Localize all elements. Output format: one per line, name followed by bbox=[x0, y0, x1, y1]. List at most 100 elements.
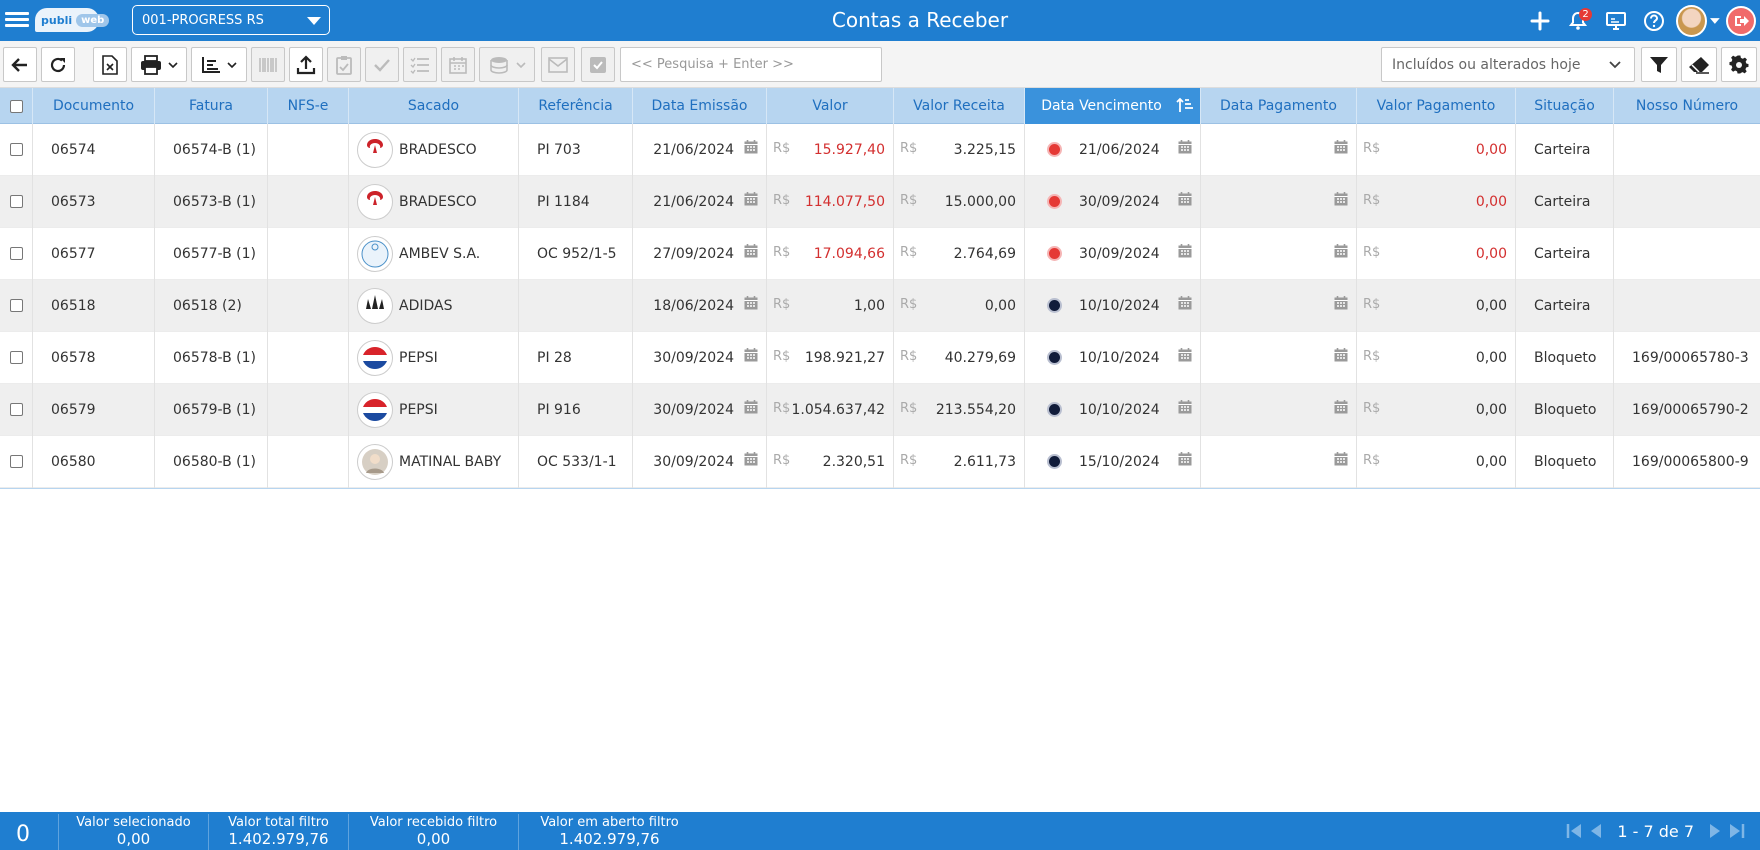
row-checkbox[interactable] bbox=[9, 351, 23, 364]
user-menu[interactable] bbox=[1676, 4, 1720, 37]
col-valor[interactable]: Valor bbox=[767, 88, 894, 124]
calendar-icon[interactable] bbox=[744, 399, 758, 418]
col-valor-receita[interactable]: Valor Receita bbox=[894, 88, 1025, 124]
cell-data-vencimento: 30/09/2024 bbox=[1025, 175, 1201, 228]
print-button[interactable] bbox=[131, 47, 187, 82]
calendar-icon[interactable] bbox=[1178, 243, 1192, 262]
table-row[interactable]: 06573 06573-B (1) BRADESCO PI 1184 21/06/202… bbox=[0, 175, 1760, 228]
help-icon[interactable] bbox=[1638, 5, 1670, 37]
calendar-icon[interactable] bbox=[744, 139, 758, 158]
currency-label: R$ bbox=[1363, 452, 1381, 468]
last-page-icon[interactable] bbox=[1728, 821, 1746, 841]
col-fatura[interactable]: Fatura bbox=[155, 88, 268, 124]
menu-icon[interactable] bbox=[5, 9, 29, 31]
status-dot bbox=[1049, 455, 1060, 467]
select-all-checkbox[interactable] bbox=[9, 99, 23, 113]
table-row[interactable]: 06574 06574-B (1) BRADESCO PI 703 21/06/2024… bbox=[0, 123, 1760, 176]
confirm-button[interactable] bbox=[365, 47, 399, 82]
currency-label: R$ bbox=[773, 348, 791, 364]
calendar-icon[interactable] bbox=[1178, 347, 1192, 366]
calendar-icon[interactable] bbox=[1334, 399, 1348, 418]
calendar-icon[interactable] bbox=[744, 243, 758, 262]
col-data-emissao[interactable]: Data Emissão bbox=[633, 88, 767, 124]
coins-button[interactable] bbox=[479, 47, 535, 82]
first-page-icon[interactable] bbox=[1565, 821, 1583, 841]
col-data-pagamento[interactable]: Data Pagamento bbox=[1201, 88, 1357, 124]
row-checkbox[interactable] bbox=[9, 195, 23, 208]
table-row[interactable]: 06580 06580-B (1) MATINAL BABY OC 533/1-1 30… bbox=[0, 435, 1760, 488]
col-nfse[interactable]: NFS-e bbox=[268, 88, 349, 124]
currency-label: R$ bbox=[1363, 140, 1381, 156]
clear-filter-button[interactable] bbox=[1681, 47, 1717, 82]
prev-page-icon[interactable] bbox=[1587, 821, 1605, 841]
table-row[interactable]: 06579 06579-B (1) PEPSI PI 916 30/09/2024 R$ 1… bbox=[0, 383, 1760, 436]
cell-data-emissao: 21/06/2024 bbox=[633, 175, 767, 228]
currency-label: R$ bbox=[1363, 296, 1381, 312]
calendar-icon[interactable] bbox=[1178, 191, 1192, 210]
next-page-icon[interactable] bbox=[1706, 821, 1724, 841]
calendar-icon[interactable] bbox=[1334, 139, 1348, 158]
list-button[interactable] bbox=[403, 47, 437, 82]
app-logo[interactable]: publi web bbox=[35, 8, 110, 32]
monitor-icon[interactable] bbox=[1600, 5, 1632, 37]
calendar-icon[interactable] bbox=[1178, 295, 1192, 314]
col-valor-pagamento[interactable]: Valor Pagamento bbox=[1357, 88, 1516, 124]
cell-nosso-numero bbox=[1614, 280, 1760, 332]
calendar-button[interactable] bbox=[441, 47, 475, 82]
cell-valor: R$ 1,00 bbox=[767, 279, 894, 332]
cell-data-vencimento-value: 15/10/2024 bbox=[1079, 453, 1160, 470]
logout-icon[interactable] bbox=[1726, 5, 1756, 36]
cell-valor-value: 17.094,66 bbox=[813, 245, 885, 262]
cell-sacado: BRADESCO bbox=[349, 175, 519, 228]
table-row[interactable]: 06577 06577-B (1) AMBEV S.A. OC 952/1-5 27/0… bbox=[0, 227, 1760, 280]
calendar-icon[interactable] bbox=[1178, 399, 1192, 418]
col-referencia[interactable]: Referência bbox=[519, 88, 633, 124]
filter-button[interactable] bbox=[1641, 47, 1677, 82]
col-situacao[interactable]: Situação bbox=[1516, 88, 1614, 124]
select-all-button[interactable] bbox=[581, 47, 615, 82]
row-checkbox[interactable] bbox=[9, 247, 23, 260]
row-checkbox[interactable] bbox=[9, 455, 23, 468]
settings-button[interactable] bbox=[1721, 47, 1757, 82]
col-documento[interactable]: Documento bbox=[33, 88, 155, 124]
col-data-vencimento[interactable]: Data Vencimento bbox=[1025, 88, 1201, 124]
plus-icon[interactable] bbox=[1524, 5, 1556, 37]
calendar-icon[interactable] bbox=[1334, 191, 1348, 210]
clipboard-button[interactable] bbox=[327, 47, 361, 82]
bell-icon[interactable]: 2 bbox=[1562, 5, 1594, 37]
col-nosso-numero[interactable]: Nosso Número bbox=[1614, 88, 1760, 124]
calendar-icon[interactable] bbox=[1334, 347, 1348, 366]
calendar-icon[interactable] bbox=[1178, 139, 1192, 158]
row-checkbox[interactable] bbox=[9, 299, 23, 312]
refresh-button[interactable] bbox=[41, 47, 75, 82]
back-button[interactable] bbox=[3, 47, 37, 82]
row-checkbox[interactable] bbox=[9, 403, 23, 416]
calendar-icon[interactable] bbox=[744, 295, 758, 314]
col-sacado[interactable]: Sacado bbox=[349, 88, 519, 124]
cell-valor-receita-value: 2.764,69 bbox=[953, 245, 1016, 262]
cell-data-emissao: 30/09/2024 bbox=[633, 435, 767, 488]
calendar-icon[interactable] bbox=[1334, 451, 1348, 470]
company-select[interactable]: 001-PROGRESS RS bbox=[132, 5, 330, 35]
calendar-icon[interactable] bbox=[744, 347, 758, 366]
calendar-icon[interactable] bbox=[1178, 451, 1192, 470]
calendar-icon[interactable] bbox=[744, 191, 758, 210]
period-filter-select[interactable]: Incluídos ou alterados hoje bbox=[1381, 47, 1635, 82]
report-button[interactable] bbox=[191, 47, 247, 82]
calendar-icon[interactable] bbox=[744, 451, 758, 470]
cell-valor-value: 114.077,50 bbox=[804, 193, 885, 210]
cell-data-vencimento: 10/10/2024 bbox=[1025, 279, 1201, 332]
export-excel-button[interactable] bbox=[93, 47, 127, 82]
table-row[interactable]: 06578 06578-B (1) PEPSI PI 28 30/09/2024 R$ 19… bbox=[0, 331, 1760, 384]
calendar-icon[interactable] bbox=[1334, 243, 1348, 262]
row-checkbox[interactable] bbox=[9, 143, 23, 156]
cell-valor-pagamento: R$ 0,00 bbox=[1357, 331, 1516, 384]
calendar-icon[interactable] bbox=[1334, 295, 1348, 314]
table-row[interactable]: 06518 06518 (2) ADIDAS 18/06/2024 R$ 1,00 R$ 0,… bbox=[0, 279, 1760, 332]
email-button[interactable] bbox=[541, 47, 575, 82]
search-input[interactable] bbox=[620, 47, 882, 82]
barcode-button[interactable] bbox=[251, 47, 285, 82]
upload-button[interactable] bbox=[289, 47, 323, 82]
cell-referencia: OC 533/1-1 bbox=[519, 435, 633, 488]
cell-documento: 06580 bbox=[33, 435, 155, 488]
